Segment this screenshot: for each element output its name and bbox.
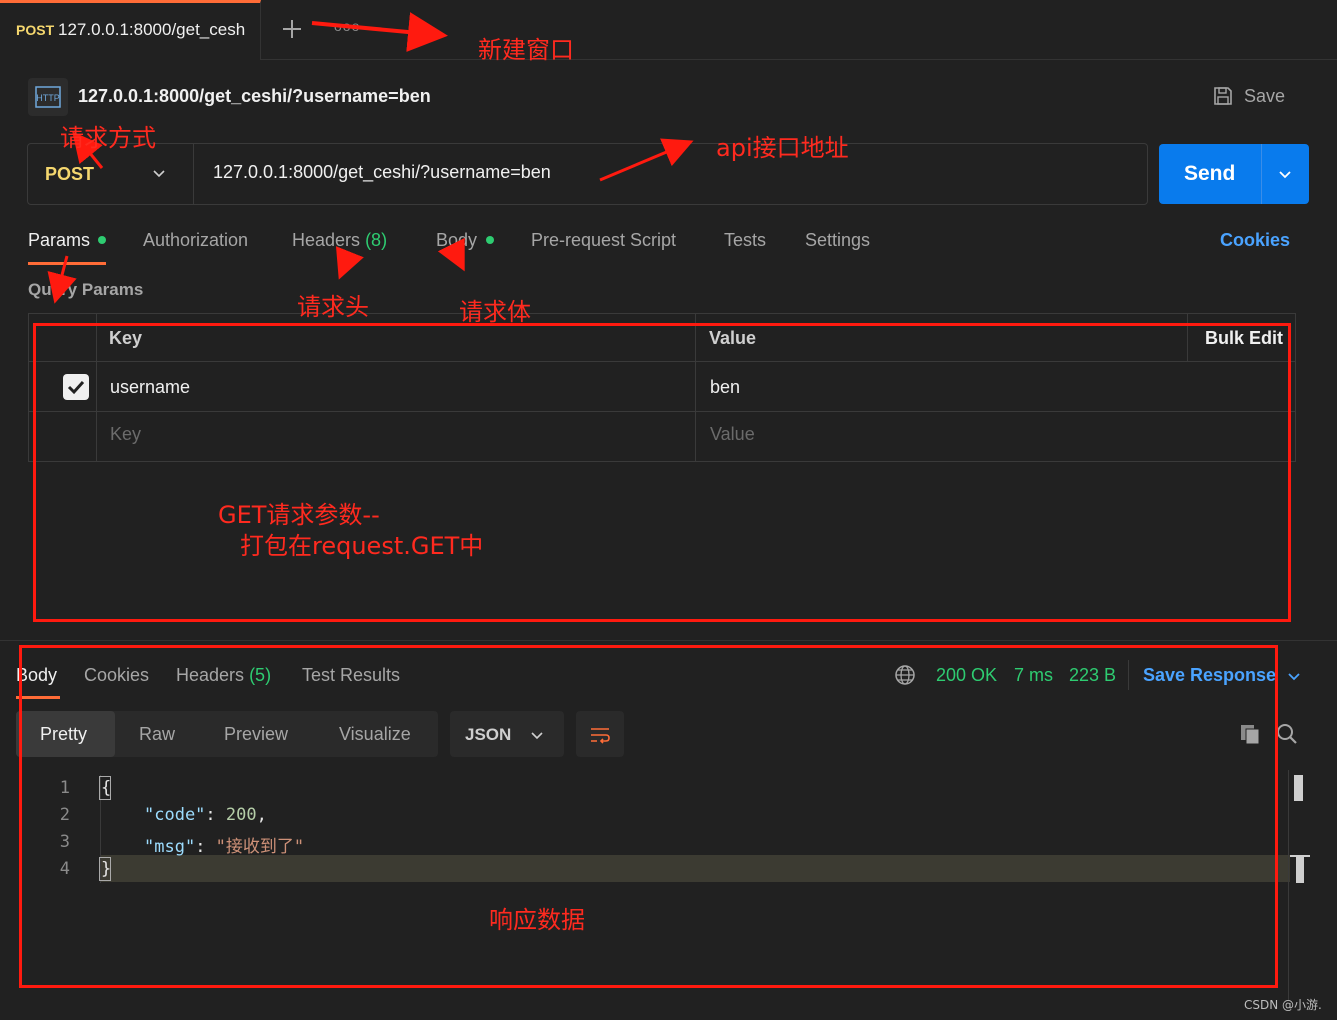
http-icon: HTTP [28,78,68,116]
svg-text:HTTP: HTTP [36,93,60,103]
save-icon[interactable] [1212,85,1234,107]
annotation-box-params [33,323,1291,622]
chevron-down-icon[interactable] [150,164,168,182]
send-label: Send [1184,162,1236,185]
url-input[interactable]: 127.0.0.1:8000/get_ceshi/?username=ben [213,162,551,183]
tab-headers[interactable]: Headers (8) [292,230,387,251]
annotation-box-response [19,645,1278,988]
params-indicator-dot [98,236,106,244]
tab-settings[interactable]: Settings [805,230,870,251]
tab-headers-label: Headers [292,230,361,250]
tab-body[interactable]: Body [436,230,477,251]
scrollbar-marker[interactable] [1290,855,1310,883]
annotation-response: 响应数据 [489,906,585,934]
annotation-get-params: GET请求参数-- [218,501,380,529]
arrow-headers [335,246,364,280]
plus-icon[interactable] [281,18,303,40]
body-indicator-dot [486,236,494,244]
cookies-link[interactable]: Cookies [1220,230,1290,251]
search-icon[interactable] [1275,722,1299,746]
active-tab-underline [28,262,106,265]
url-bar [27,143,1148,205]
tab-prerequest-script[interactable]: Pre-request Script [531,230,676,251]
tab-params[interactable]: Params [28,230,90,251]
more-icon[interactable]: ooo [334,18,360,34]
tab-url-label: 127.0.0.1:8000/get_ceshi [58,20,246,39]
method-label: POST [45,164,95,184]
watermark-credit: CSDN @小游. [1244,998,1322,1012]
scrollbar-thumb[interactable] [1294,775,1303,801]
annotation-get-params-detail: 打包在request.GET中 [240,532,484,560]
query-params-title: Query Params [28,280,144,299]
tab-method-label: POST [16,22,55,38]
tab-authorization[interactable]: Authorization [143,230,248,251]
annotation-method: 请求方式 [60,124,156,152]
send-divider [1261,144,1262,204]
arrow-body [437,237,465,272]
tab-tests[interactable]: Tests [724,230,766,251]
chevron-down-icon[interactable] [1285,667,1303,685]
save-button[interactable]: Save [1244,86,1285,107]
annotation-headers: 请求头 [297,293,369,321]
editor-scrollbar[interactable] [1288,770,1289,1000]
annotation-api: api接口地址 [716,134,849,162]
headers-count: (8) [365,230,388,250]
annotation-body: 请求体 [459,298,531,326]
pane-divider[interactable] [0,640,1337,641]
request-title[interactable]: 127.0.0.1:8000/get_ceshi/?username=ben [78,86,431,107]
annotation-new-window: 新建窗口 [478,36,574,64]
chevron-down-icon[interactable] [1276,165,1294,183]
